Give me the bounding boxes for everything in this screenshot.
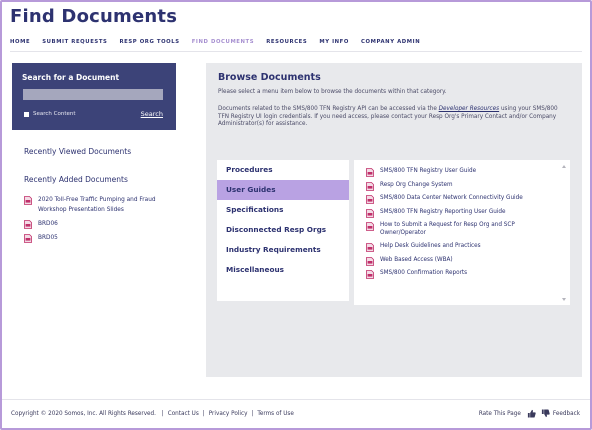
pdf-document-icon — [24, 234, 32, 243]
pdf-document-icon — [366, 222, 374, 231]
document-item-label: SMS/800 TFN Registry User Guide — [380, 168, 477, 174]
pdf-document-icon — [366, 168, 374, 177]
document-item-label: SMS/800 Confirmation Reports — [380, 270, 468, 276]
category-user-guides[interactable]: User Guides — [217, 180, 349, 200]
search-content-checkbox[interactable] — [24, 112, 29, 117]
footer-link-terms-of-use[interactable]: Terms of Use — [257, 411, 293, 417]
nav-item-my-info[interactable]: MY INFO — [319, 39, 349, 51]
document-list-panel: SMS/800 TFN Registry User Guide Resp Org … — [354, 160, 570, 305]
recently-added-item[interactable]: 2020 Toll-Free Traffic Pumping and Fraud… — [24, 195, 174, 215]
document-item[interactable]: Resp Org Change System — [366, 181, 554, 191]
document-item-label: SMS/800 Data Center Network Connectivity… — [380, 195, 523, 201]
search-button[interactable]: Search — [141, 110, 163, 118]
pdf-document-icon — [24, 220, 32, 229]
recently-added-item[interactable]: BRD06 — [24, 219, 174, 229]
browse-intro: Please select a menu item below to brows… — [218, 89, 447, 95]
pdf-document-icon — [366, 208, 374, 218]
recently-added-heading: Recently Added Documents — [24, 175, 128, 184]
search-panel-title: Search for a Document — [22, 73, 120, 82]
pdf-document-icon — [366, 181, 374, 191]
pdf-document-icon — [24, 196, 32, 205]
nav-item-home[interactable]: HOME — [10, 39, 30, 51]
footer-divider — [2, 399, 590, 400]
scroll-down-arrow-icon[interactable] — [562, 298, 566, 301]
browse-title: Browse Documents — [218, 72, 321, 83]
scroll-up-arrow-icon[interactable] — [562, 165, 566, 168]
recently-added-list: 2020 Toll-Free Traffic Pumping and Fraud… — [24, 195, 174, 247]
category-menu: Procedures User Guides Specifications Disco… — [217, 160, 349, 301]
document-item[interactable]: SMS/800 TFN Registry Reporting User Guid… — [366, 208, 554, 218]
nav-item-company-admin[interactable]: COMPANY ADMIN — [361, 39, 420, 51]
footer-link-contact-us[interactable]: Contact Us — [168, 411, 199, 417]
document-list: SMS/800 TFN Registry User Guide Resp Org … — [366, 168, 554, 284]
api-note-text-before: Documents related to the SMS/800 TFN Reg… — [218, 106, 439, 112]
recently-added-item[interactable]: BRD05 — [24, 233, 174, 243]
developer-resources-link[interactable]: Developer Resources — [439, 106, 500, 112]
recently-viewed-heading: Recently Viewed Documents — [24, 147, 132, 156]
search-panel: Search for a Document Search Content Sea… — [12, 63, 176, 130]
pdf-document-icon — [366, 195, 374, 204]
page-title: Find Documents — [10, 6, 178, 27]
rate-this-page: Rate This Page Feedback — [479, 409, 580, 418]
category-procedures[interactable]: Procedures — [217, 160, 349, 180]
category-miscellaneous[interactable]: Miscellaneous — [217, 260, 349, 280]
document-item[interactable]: Help Desk Guidelines and Practices — [366, 243, 554, 252]
pdf-document-icon — [366, 256, 374, 266]
category-specifications[interactable]: Specifications — [217, 200, 349, 220]
document-item-label: SMS/800 TFN Registry Reporting User Guid… — [380, 208, 506, 215]
copyright-text: Copyright © 2020 Somos, Inc. All Rights … — [11, 411, 156, 417]
footer: Copyright © 2020 Somos, Inc. All Rights … — [11, 411, 294, 417]
feedback-label[interactable]: Feedback — [553, 411, 580, 417]
nav-item-resp-org-tools[interactable]: RESP ORG TOOLS — [119, 39, 179, 51]
recently-added-item-label: 2020 Toll-Free Traffic Pumping and Fraud… — [38, 197, 156, 213]
footer-link-privacy-policy[interactable]: Privacy Policy — [209, 411, 248, 417]
footer-separator: | — [161, 411, 164, 417]
thumbs-down-icon[interactable] — [541, 409, 550, 418]
recently-added-item-label: BRD06 — [38, 221, 58, 227]
nav-item-submit-requests[interactable]: SUBMIT REQUESTS — [42, 39, 107, 51]
footer-separator: | — [202, 411, 205, 417]
page-frame: Find Documents HOME SUBMIT REQUESTS RESP O… — [0, 0, 592, 430]
main-nav: HOME SUBMIT REQUESTS RESP ORG TOOLS FIND DO… — [10, 39, 432, 51]
nav-item-find-documents[interactable]: FIND DOCUMENTS — [192, 39, 255, 51]
recently-added-item-label: BRD05 — [38, 235, 58, 241]
browse-panel: Browse Documents Please select a menu it… — [206, 63, 582, 377]
document-item-label: Help Desk Guidelines and Practices — [380, 243, 481, 249]
document-item[interactable]: Web Based Access (WBA) — [366, 256, 554, 266]
document-item-label: Web Based Access (WBA) — [380, 256, 453, 263]
nav-item-resources[interactable]: RESOURCES — [266, 39, 307, 51]
browse-api-note: Documents related to the SMS/800 TFN Reg… — [218, 106, 568, 129]
thumbs-up-icon[interactable] — [527, 409, 536, 418]
document-item[interactable]: How to Submit a Request for Resp Org and… — [366, 222, 554, 237]
category-industry-requirements[interactable]: Industry Requirements — [217, 240, 349, 260]
nav-divider — [10, 51, 582, 52]
search-content-label: Search Content — [33, 111, 76, 117]
document-item-label: How to Submit a Request for Resp Org and… — [380, 222, 515, 236]
footer-separator: | — [251, 411, 254, 417]
document-item-label: Resp Org Change System — [380, 181, 453, 188]
pdf-document-icon — [366, 243, 374, 252]
rate-label: Rate This Page — [478, 410, 521, 417]
document-item[interactable]: SMS/800 TFN Registry User Guide — [366, 168, 554, 177]
search-input[interactable] — [23, 89, 163, 100]
document-item[interactable]: SMS/800 Confirmation Reports — [366, 270, 554, 279]
pdf-document-icon — [366, 270, 374, 279]
document-item[interactable]: SMS/800 Data Center Network Connectivity… — [366, 195, 554, 204]
category-disconnected-resp-orgs[interactable]: Disconnected Resp Orgs — [217, 220, 349, 240]
